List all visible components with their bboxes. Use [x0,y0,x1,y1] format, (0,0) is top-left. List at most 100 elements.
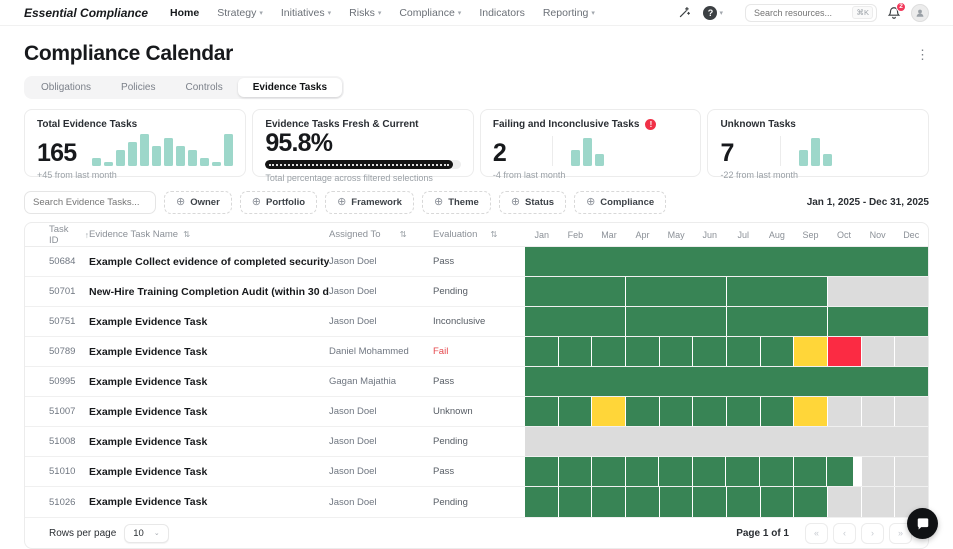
spark-bar [188,150,198,166]
task-name: Example Evidence Task [89,435,208,448]
date-range[interactable]: Jan 1, 2025 - Dec 31, 2025 [807,197,929,208]
filter-pill-theme[interactable]: ⊕ Theme [421,191,491,214]
spark-bar [822,154,832,166]
timeline-segment [626,337,659,366]
month-label: Sep [802,229,819,240]
column-assigned-to[interactable]: Assigned To ⇅ [329,229,433,240]
table-row[interactable]: 51008 Example Evidence Task Jason Doel Pend… [25,427,928,457]
pill-label: Status [525,197,555,208]
table-row[interactable]: 50751 Example Evidence Task Jason Doel Inco… [25,307,928,337]
nav-item-initiatives[interactable]: Initiatives ▾ [281,7,331,19]
filter-pill-status[interactable]: ⊕ Status [498,191,567,214]
kebab-menu-icon[interactable]: ⋮ [916,48,929,61]
pagination: «‹ ›» [805,522,912,544]
nav-menu: Home Strategy ▾ Initiatives ▾ Risks ▾ Complianc… [170,7,595,19]
spark-bar [92,158,102,166]
column-evaluation[interactable]: Evaluation ⇅ [433,229,525,240]
filter-pill-owner[interactable]: ⊕ Owner [164,191,232,214]
nav-item-risks[interactable]: Risks ▾ [349,7,381,19]
chevron-down-icon: ▾ [457,9,462,17]
avatar [911,3,929,22]
nav-item-compliance[interactable]: Compliance ▾ [399,7,461,19]
timeline-segment [693,397,727,426]
chat-button[interactable] [907,508,938,539]
card-subtitle: Total percentage across filtered selecti… [265,173,433,183]
plus-circle-icon: ⊕ [510,196,521,208]
timeline-segment [592,487,626,517]
card-value: 95.8% [265,129,333,157]
page-content: Compliance Calendar ⋮ Obligations Policie… [0,26,953,549]
spark-bar [212,162,222,166]
tab-controls[interactable]: Controls [171,78,238,97]
timeline [525,487,928,517]
filter-pill-compliance[interactable]: ⊕ Compliance [574,191,667,214]
timeline-segment [726,457,760,486]
help-button[interactable]: ? ▾ [703,5,723,20]
table-header: Task ID ↑ Evidence Task Name ⇅ Assigned … [25,223,928,247]
mini-bar-chart [92,134,234,166]
plus-circle-icon: ⊕ [337,196,347,208]
card-title: Failing and Inconclusive Tasks [492,119,640,130]
card-body: 2 [493,132,689,166]
pill-label: Theme [448,197,479,208]
table-row[interactable]: 51010 Example Evidence Task Jason Doel Pass [25,457,928,487]
timeline-segment [558,337,592,366]
nav-right: ? ▾ ⌘K 2 [678,1,929,22]
user-icon [916,9,924,17]
column-label: Task ID [49,223,69,246]
task-name: Example Evidence Task [89,496,208,508]
nav-item-strategy[interactable]: Strategy ▾ [217,7,263,19]
nav-item-reporting[interactable]: Reporting ▾ [543,7,595,19]
month-label: Jul [737,229,750,240]
table-row[interactable]: 51007 Example Evidence Task Jason Doel Unkn… [25,397,928,427]
prev-page-button[interactable]: ‹ [833,522,856,544]
table-row[interactable]: 50789 Example Evidence Task Daniel Mohamme… [25,337,928,367]
tab-obligations[interactable]: Obligations [26,78,106,97]
timeline-segment [626,487,659,517]
timeline-segment [861,487,895,517]
filter-pill-portfolio[interactable]: ⊕ Portfolio [239,191,318,214]
mini-bar-chart [798,138,832,166]
card-subtitle: +45 from last month [37,170,117,180]
card-subtitle: -22 from last month [720,170,798,180]
spark-bar [140,134,150,166]
user-avatar[interactable] [911,3,929,22]
table-row[interactable]: 51026 Example Evidence Task Jason Doel Pend… [25,487,928,517]
rows-per-page-label: Rows per page [49,527,117,539]
rows-per-page-select[interactable]: 10 ⌄ [124,523,169,543]
timeline-segment [727,277,827,306]
table-row[interactable]: 50684 Example Collect evidence of complet… [25,247,928,277]
plus-circle-icon: ⊕ [251,196,261,208]
timeline-segment [525,277,625,306]
timeline-segment [727,397,760,426]
timeline-segment [626,307,726,336]
tab-policies[interactable]: Policies [106,78,170,97]
nav-item-home[interactable]: Home [170,7,199,19]
search-evidence-tasks-input[interactable] [24,191,156,214]
card-subtitle: -4 from last month [492,170,566,180]
column-task-name[interactable]: Evidence Task Name ⇅ [89,229,329,240]
brand-logo: Essential Compliance [24,5,149,20]
table-row[interactable]: 50995 Example Evidence Task Gagan Majathia… [25,367,928,397]
table-row[interactable]: 50701 New-Hire Training Completion Audit … [25,277,928,307]
timeline-segment [760,397,794,426]
spark-bar [595,154,605,166]
evaluation: Pending [433,496,468,508]
notifications-button[interactable]: 2 [887,1,906,20]
nav-item-indicators[interactable]: Indicators [479,7,525,19]
card-body: 95.8% [265,129,461,157]
filter-pill-framework[interactable]: ⊕ Framework [325,191,414,214]
spark-bar [200,158,210,166]
first-page-button[interactable]: « [805,522,828,544]
stat-card-evidence-tasks-fresh-current: Evidence Tasks Fresh & Current 95.8% Total… [252,109,474,183]
tab-evidence-tasks[interactable]: Evidence Tasks [237,78,343,97]
timeline-segment [727,307,827,336]
pill-label: Owner [190,197,220,208]
magic-wand-icon[interactable] [678,6,691,19]
assignee: Jason Doel [329,256,377,267]
table-footer: Rows per page 10 ⌄ Page 1 of 1 «‹ ›» [25,517,928,548]
column-task-id[interactable]: Task ID ↑ [25,224,89,246]
assignee: Jason Doel [329,286,377,297]
timeline-segment [828,307,928,336]
next-page-button[interactable]: › [861,522,884,544]
